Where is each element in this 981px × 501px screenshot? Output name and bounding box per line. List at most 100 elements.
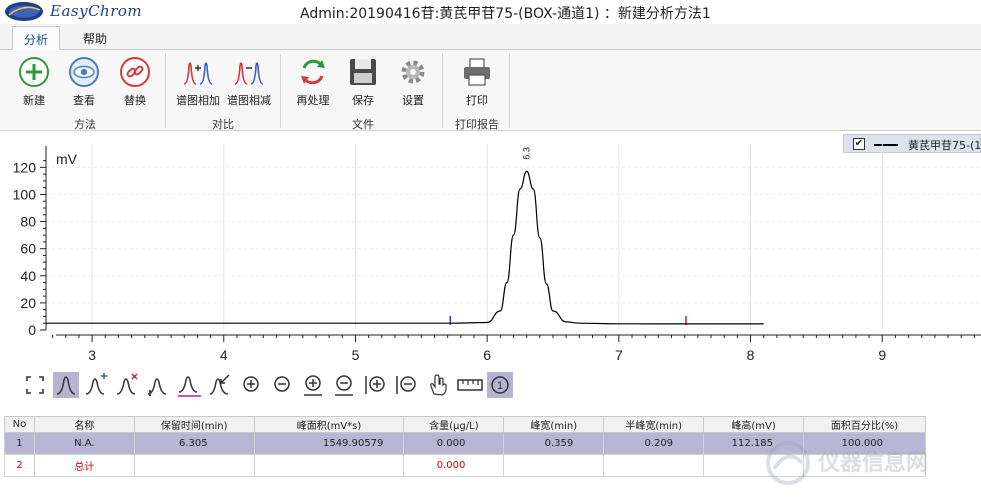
eye-icon [69,57,99,87]
y-tick-label: 80 [20,214,36,230]
table-cell [133,454,255,477]
column-header[interactable]: 峰高(mV) [703,416,805,433]
group-divider [280,54,281,128]
gear-icon [401,60,425,84]
column-header[interactable]: No [4,416,35,433]
refresh-icon [301,59,325,85]
table-cell: 0.359 [503,432,605,455]
table-cell: 6.305 [133,432,255,455]
print-button[interactable]: 打印 [452,56,502,108]
group-divider [509,54,510,128]
chromatogram-trace [46,170,764,325]
link-icon [120,57,150,87]
x-tick-label: 5 [352,347,360,363]
zoom-in-range-icon[interactable] [363,372,389,398]
tab-help[interactable]: 帮助 [72,26,118,50]
peak-label: 6.3 [522,147,532,160]
split-peak-icon[interactable] [208,372,234,398]
table-cell [253,454,405,477]
x-tick-label: 4 [220,347,228,363]
spectrum-add-button[interactable]: 谱图相加 [172,56,224,108]
app-window: EasyChrom Admin:20190416苷:黄芪甲苷75-(BOX-通道… [0,0,981,501]
column-header[interactable]: 名称 [33,416,135,433]
peak-tool-selected[interactable] [53,372,79,398]
print-label: 打印 [466,94,488,107]
x-tick-label: 8 [747,347,755,363]
replace-button[interactable]: 替换 [110,56,160,108]
replace-label: 替换 [124,94,146,107]
y-tick-label: 60 [20,241,36,257]
group-label-print-report: 打印报告 [455,118,499,131]
brand-name: EasyChrom [50,2,143,20]
info-icon: 1 [491,376,509,394]
view-label: 查看 [73,94,95,107]
view-button[interactable]: 查看 [59,56,109,108]
pan-icon[interactable] [425,372,451,398]
y-tick-label: 0 [28,322,36,338]
reprocess-button[interactable]: 再处理 [288,56,338,108]
svg-text:1: 1 [497,380,503,392]
axes: 0 20 40 60 80 100 120 3 4 5 6 7 8 9 [13,146,981,363]
table-cell: 1549.90579 [253,432,405,455]
y-tick-label: 20 [20,295,36,311]
table-cell: 2 [4,454,35,477]
column-header[interactable]: 峰面积(mV*s) [253,416,405,433]
table-cell: N.A. [33,432,135,455]
column-header[interactable]: 峰宽(min) [503,416,605,433]
table-cell [603,454,705,477]
table-cell: 0.000 [403,454,505,477]
zoom-out-range-icon[interactable] [394,372,420,398]
integrate-icon[interactable] [177,372,203,398]
spectrum-subtract-button[interactable]: 谱图相减 [223,56,275,108]
watermark: 仪器信息网 [760,439,975,489]
ruler-icon[interactable] [456,372,484,398]
zoom-in-icon[interactable] [239,372,265,398]
baseline-icon[interactable] [146,372,172,398]
column-header[interactable]: 面积百分比(%) [803,416,926,433]
logo-icon [5,2,43,21]
window-title: Admin:20190416苷:黄芪甲苷75-(BOX-通道1) ：新建分析方法… [300,6,711,22]
save-button[interactable]: 保存 [338,56,388,108]
table-header-row: No 名称 保留时间(min) 峰面积(mV*s) 含量(μg/L) 峰宽(mi… [4,416,926,433]
full-view-icon[interactable] [22,372,48,398]
add-peak-icon[interactable] [84,372,110,398]
group-label-compare: 对比 [212,118,234,131]
info-tool-selected[interactable]: 1 [487,372,513,398]
save-icon [350,59,376,85]
printer-icon [464,58,490,86]
chromatogram-chart[interactable]: 0 20 40 60 80 100 120 3 4 5 6 7 8 9 mV 6.3 [0,138,981,370]
y-tick-label: 100 [13,186,37,202]
zoom-out-icon[interactable] [270,372,296,398]
table-cell: 1 [4,432,35,455]
tab-analysis[interactable]: 分析 [12,26,61,50]
settings-label: 设置 [402,94,424,107]
column-header[interactable]: 保留时间(min) [133,416,255,433]
table-cell: 0.000 [403,432,505,455]
zoom-in-x-icon[interactable] [301,372,327,398]
table-cell: 总计 [33,454,135,477]
title-bar: EasyChrom Admin:20190416苷:黄芪甲苷75-(BOX-通道… [0,0,981,24]
settings-button[interactable]: 设置 [388,56,438,108]
spectrum-subtract-label: 谱图相减 [227,94,271,107]
grid [46,144,981,330]
watermark-logo-icon [766,441,810,485]
x-tick-label: 3 [88,347,96,363]
zoom-out-y-icon[interactable] [332,372,358,398]
new-label: 新建 [23,94,45,107]
group-label-method: 方法 [74,118,96,131]
y-tick-label: 120 [13,159,37,175]
column-header[interactable]: 含量(μg/L) [403,416,505,433]
x-tick-label: 6 [483,347,491,363]
group-divider [442,54,443,128]
delete-peak-icon[interactable] [115,372,141,398]
group-divider [165,54,166,128]
x-tick-label: 7 [615,347,623,363]
new-icon [19,57,49,87]
column-header[interactable]: 半峰宽(min) [603,416,705,433]
x-tick-label: 9 [878,347,886,363]
new-button[interactable]: 新建 [9,56,59,108]
reprocess-label: 再处理 [296,94,330,107]
table-cell: 0.209 [603,432,705,455]
watermark-text: 仪器信息网 [818,451,929,476]
peak-icon [56,376,76,395]
